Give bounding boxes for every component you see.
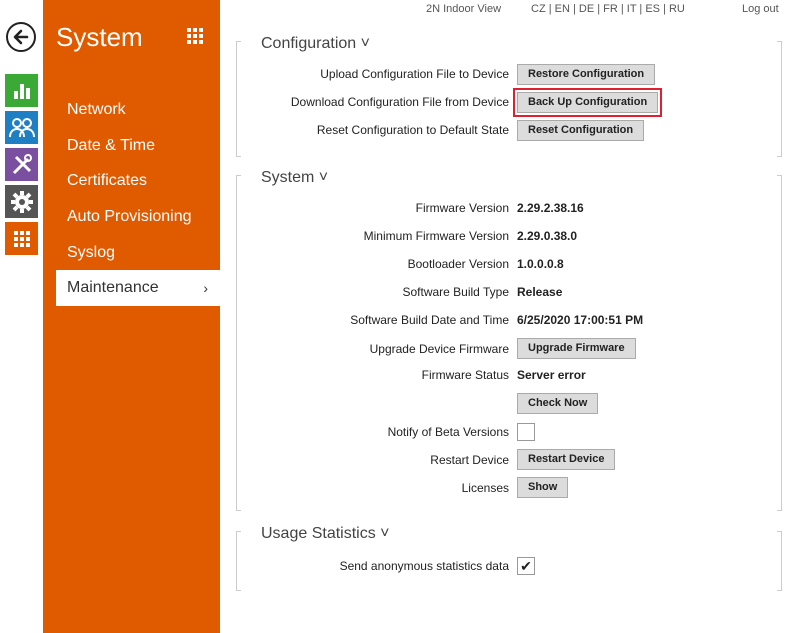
licenses-label: Licenses	[461, 481, 509, 495]
sidebar-item-label: Auto Provisioning	[67, 208, 192, 225]
beta-versions-label: Notify of Beta Versions	[387, 425, 509, 439]
sidebar-title: System	[56, 22, 143, 52]
download-config-label: Download Configuration File from Device	[290, 95, 509, 109]
firmware-status-value: Server error	[517, 368, 586, 382]
restart-device-label: Restart Device	[430, 453, 509, 467]
section-frame	[236, 41, 241, 42]
upgrade-firmware-label: Upgrade Device Firmware	[369, 342, 509, 356]
back-arrow-icon[interactable]	[6, 22, 36, 52]
sidebar-item-certificates[interactable]: Certificates	[56, 163, 220, 199]
configuration-title[interactable]: Configuration ˅	[261, 35, 370, 53]
section-frame	[777, 531, 782, 532]
hardware-tools-icon[interactable]	[5, 148, 38, 181]
send-statistics-checkbox[interactable]: ✔	[517, 557, 535, 575]
sidebar-item-network[interactable]: Network	[56, 92, 220, 128]
status-chart-icon[interactable]	[5, 74, 38, 107]
upload-config-label: Upload Configuration File to Device	[320, 67, 509, 81]
build-date-label: Software Build Date and Time	[350, 313, 509, 327]
min-firmware-value: 2.29.0.38.0	[517, 229, 578, 243]
sidebar-item-label: Certificates	[67, 172, 148, 189]
section-frame	[777, 41, 782, 42]
section-frame	[236, 590, 241, 591]
sidebar: System Network Date & Time Certificates …	[43, 0, 220, 633]
configuration-section: Configuration ˅ Upload Configuration Fil…	[236, 33, 782, 159]
sidebar-item-maintenance[interactable]: Maintenance ›	[56, 270, 220, 306]
sidebar-item-date-time[interactable]: Date & Time	[56, 128, 220, 164]
licenses-show-button[interactable]: Show	[517, 477, 569, 498]
beta-versions-checkbox[interactable]	[517, 423, 535, 441]
language-selector[interactable]: CZ | EN | DE | FR | IT | ES | RU	[531, 3, 685, 15]
bootloader-label: Bootloader Version	[407, 257, 509, 271]
sidebar-item-label: Network	[67, 101, 126, 118]
chevron-right-icon: ›	[203, 280, 208, 296]
directory-users-icon[interactable]	[5, 111, 38, 144]
firmware-status-row: Firmware Status Server error	[236, 365, 782, 387]
firmware-version-row: Firmware Version 2.29.2.38.16	[236, 198, 782, 220]
services-grid-icon[interactable]	[5, 222, 38, 255]
build-date-value: 6/25/2020 17:00:51 PM	[517, 313, 644, 327]
firmware-version-value: 2.29.2.38.16	[517, 201, 584, 215]
firmware-version-label: Firmware Version	[415, 201, 509, 215]
checkmark-icon: ✔	[520, 557, 532, 574]
reset-config-row: Reset Configuration to Default State Res…	[236, 120, 782, 142]
upgrade-firmware-button[interactable]: Upgrade Firmware	[517, 338, 636, 359]
send-statistics-row: Send anonymous statistics data ✔	[236, 556, 782, 578]
build-type-value: Release	[517, 285, 563, 299]
usage-statistics-title[interactable]: Usage Statistics ˅	[261, 525, 390, 543]
build-type-row: Software Build Type Release	[236, 282, 782, 304]
upload-config-row: Upload Configuration File to Device Rest…	[236, 64, 782, 86]
check-now-row: Check Now	[236, 393, 782, 415]
sidebar-item-syslog[interactable]: Syslog	[56, 235, 220, 271]
sidebar-item-label: Syslog	[67, 244, 116, 261]
min-firmware-row: Minimum Firmware Version 2.29.0.38.0	[236, 226, 782, 248]
download-config-row: Download Configuration File from Device …	[236, 88, 782, 117]
reset-configuration-button[interactable]: Reset Configuration	[517, 120, 645, 141]
indoor-view-link[interactable]: 2N Indoor View	[426, 3, 501, 15]
bootloader-row: Bootloader Version 1.0.0.0.8	[236, 254, 782, 276]
grid-menu-icon[interactable]	[186, 27, 204, 45]
section-frame	[777, 175, 782, 176]
section-frame	[777, 156, 782, 157]
build-date-row: Software Build Date and Time 6/25/2020 1…	[236, 310, 782, 332]
check-now-button[interactable]: Check Now	[517, 393, 599, 414]
system-section: System ˅ Firmware Version 2.29.2.38.16 M…	[236, 167, 782, 513]
upgrade-firmware-row: Upgrade Device Firmware Upgrade Firmware	[236, 338, 782, 360]
build-type-label: Software Build Type	[402, 285, 509, 299]
section-frame	[236, 156, 241, 157]
section-frame	[236, 510, 241, 511]
reset-config-label: Reset Configuration to Default State	[316, 123, 509, 137]
logout-link[interactable]: Log out	[742, 3, 779, 15]
sidebar-item-label: Maintenance	[67, 279, 159, 296]
system-title[interactable]: System ˅	[261, 169, 328, 187]
restart-device-row: Restart Device Restart Device	[236, 449, 782, 471]
section-frame	[777, 510, 782, 511]
sidebar-item-label: Date & Time	[67, 137, 156, 154]
min-firmware-label: Minimum Firmware Version	[363, 229, 509, 243]
restart-device-button[interactable]: Restart Device	[517, 449, 616, 470]
back-up-configuration-button[interactable]: Back Up Configuration	[512, 88, 663, 117]
usage-statistics-section: Usage Statistics ˅ Send anonymous statis…	[236, 523, 782, 593]
bootloader-value: 1.0.0.0.8	[517, 257, 564, 271]
send-statistics-label: Send anonymous statistics data	[339, 559, 509, 573]
section-frame	[236, 531, 241, 532]
restore-configuration-button[interactable]: Restore Configuration	[517, 64, 656, 85]
section-frame	[777, 590, 782, 591]
sidebar-item-auto-provisioning[interactable]: Auto Provisioning	[56, 199, 220, 235]
licenses-row: Licenses Show	[236, 477, 782, 499]
beta-versions-row: Notify of Beta Versions	[236, 422, 782, 444]
section-frame	[236, 175, 241, 176]
system-gear-icon[interactable]	[5, 185, 38, 218]
firmware-status-label: Firmware Status	[421, 368, 509, 382]
